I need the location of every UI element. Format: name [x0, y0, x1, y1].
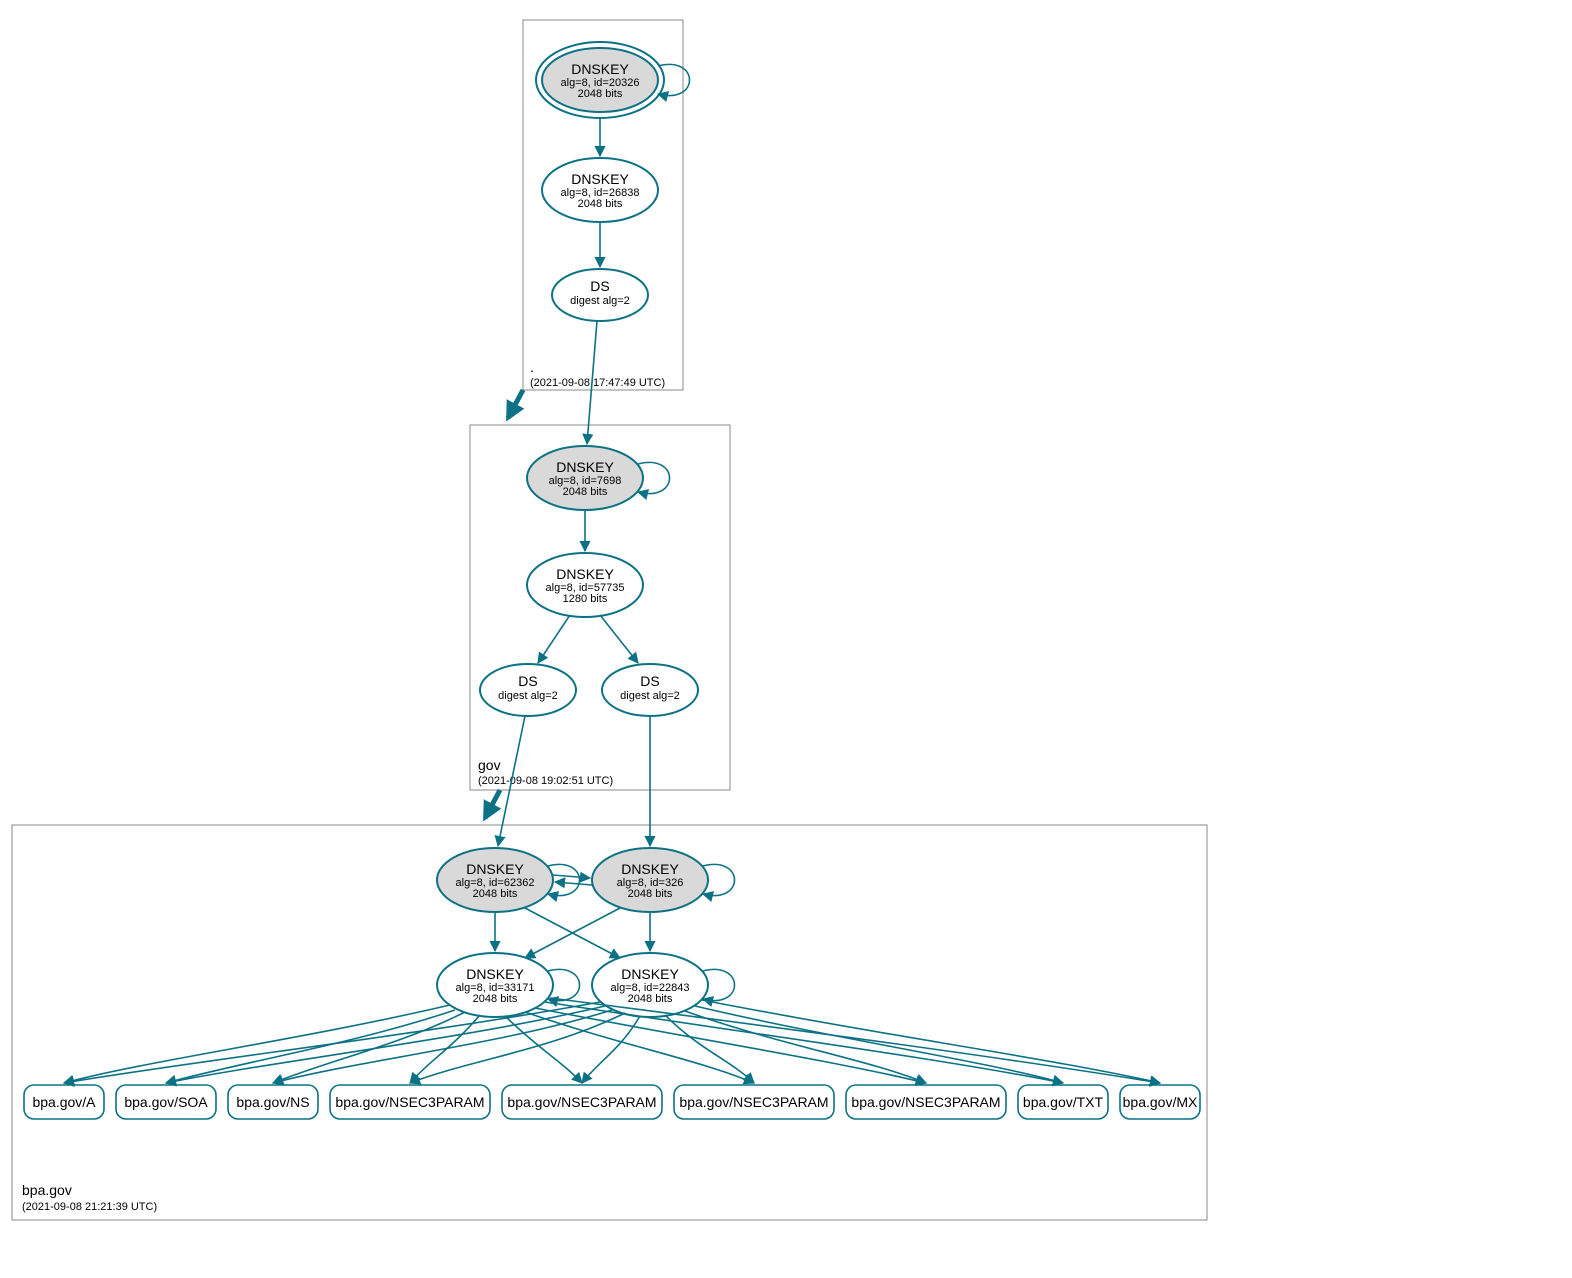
node-bpa-zsk2: DNSKEY alg=8, id=22843 2048 bits — [592, 953, 708, 1017]
svg-text:DS: DS — [640, 673, 659, 689]
zone-root-label: . — [530, 359, 534, 375]
zone-root-ts: (2021-09-08 17:47:49 UTC) — [530, 377, 665, 389]
svg-text:bpa.gov/MX: bpa.gov/MX — [1123, 1094, 1198, 1110]
rrset-6: bpa.gov/NSEC3PARAM — [846, 1085, 1006, 1119]
zone-bpa-ts: (2021-09-08 21:21:39 UTC) — [22, 1201, 157, 1213]
svg-text:DNSKEY: DNSKEY — [556, 459, 614, 475]
svg-text:bpa.gov/NSEC3PARAM: bpa.gov/NSEC3PARAM — [507, 1094, 656, 1110]
svg-text:bpa.gov/A: bpa.gov/A — [32, 1094, 96, 1110]
svg-text:2048 bits: 2048 bits — [578, 88, 623, 100]
node-gov-ds2: DS digest alg=2 — [602, 664, 698, 716]
zone-bpa-label: bpa.gov — [22, 1182, 72, 1198]
svg-text:1280 bits: 1280 bits — [563, 593, 608, 605]
zone-gov-label: gov — [478, 757, 501, 773]
svg-text:DNSKEY: DNSKEY — [466, 966, 524, 982]
node-root-ds: DS digest alg=2 — [552, 269, 648, 321]
node-gov-zsk: DNSKEY alg=8, id=57735 1280 bits — [527, 553, 643, 617]
svg-text:DNSKEY: DNSKEY — [571, 171, 629, 187]
zone-gov-ts: (2021-09-08 19:02:51 UTC) — [478, 775, 613, 787]
edge-root-ksk-self — [658, 64, 690, 95]
node-bpa-ksk2: DNSKEY alg=8, id=326 2048 bits — [592, 848, 708, 912]
rrset-4: bpa.gov/NSEC3PARAM — [502, 1085, 662, 1119]
rrset-8: bpa.gov/MX — [1120, 1085, 1200, 1119]
svg-text:bpa.gov/NSEC3PARAM: bpa.gov/NSEC3PARAM — [335, 1094, 484, 1110]
svg-text:bpa.gov/NS: bpa.gov/NS — [236, 1094, 309, 1110]
svg-text:digest alg=2: digest alg=2 — [570, 295, 630, 307]
rrset-7: bpa.gov/TXT — [1018, 1085, 1108, 1119]
svg-text:2048 bits: 2048 bits — [578, 198, 623, 210]
rrset-3: bpa.gov/NSEC3PARAM — [330, 1085, 490, 1119]
edge-govzsk-ds2 — [600, 615, 638, 663]
svg-text:2048 bits: 2048 bits — [563, 486, 608, 498]
rrset-0: bpa.gov/A — [24, 1085, 104, 1119]
svg-text:bpa.gov/NSEC3PARAM: bpa.gov/NSEC3PARAM — [679, 1094, 828, 1110]
svg-text:DNSKEY: DNSKEY — [621, 966, 679, 982]
svg-text:DS: DS — [590, 278, 609, 294]
zone-root: . (2021-09-08 17:47:49 UTC) DNSKEY alg=8… — [523, 20, 690, 390]
edge-ksk2-ksk1 — [555, 882, 592, 885]
svg-text:DS: DS — [518, 673, 537, 689]
edge-gov-bpa-zone — [485, 790, 500, 818]
rrset-1: bpa.gov/SOA — [116, 1085, 216, 1119]
edge-ksk1-ksk2 — [553, 875, 590, 878]
svg-text:2048 bits: 2048 bits — [473, 993, 518, 1005]
node-bpa-ksk1: DNSKEY alg=8, id=62362 2048 bits — [437, 848, 553, 912]
svg-text:DNSKEY: DNSKEY — [621, 861, 679, 877]
edge-root-gov-zone — [508, 390, 523, 418]
node-root-ksk: DNSKEY alg=8, id=20326 2048 bits — [536, 42, 664, 118]
rrset-row: bpa.gov/A bpa.gov/SOA bpa.gov/NS bpa.gov… — [24, 1085, 1200, 1119]
svg-text:digest alg=2: digest alg=2 — [620, 690, 680, 702]
svg-text:bpa.gov/TXT: bpa.gov/TXT — [1023, 1094, 1104, 1110]
rrset-5: bpa.gov/NSEC3PARAM — [674, 1085, 834, 1119]
svg-text:2048 bits: 2048 bits — [473, 888, 518, 900]
node-gov-ksk: DNSKEY alg=8, id=7698 2048 bits — [527, 446, 643, 510]
svg-text:bpa.gov/NSEC3PARAM: bpa.gov/NSEC3PARAM — [851, 1094, 1000, 1110]
svg-text:digest alg=2: digest alg=2 — [498, 690, 558, 702]
zone-bpa: bpa.gov (2021-09-08 21:21:39 UTC) DNSKEY… — [12, 716, 1207, 1220]
svg-text:2048 bits: 2048 bits — [628, 993, 673, 1005]
svg-text:bpa.gov/SOA: bpa.gov/SOA — [124, 1094, 208, 1110]
svg-text:DNSKEY: DNSKEY — [466, 861, 524, 877]
svg-text:DNSKEY: DNSKEY — [571, 61, 629, 77]
node-root-zsk: DNSKEY alg=8, id=26838 2048 bits — [542, 158, 658, 222]
zone-gov: gov (2021-09-08 19:02:51 UTC) DNSKEY alg… — [470, 321, 730, 790]
edges-zsk-rrsets — [64, 998, 1160, 1083]
node-gov-ds1: DS digest alg=2 — [480, 664, 576, 716]
svg-text:DNSKEY: DNSKEY — [556, 566, 614, 582]
svg-text:2048 bits: 2048 bits — [628, 888, 673, 900]
edge-govzsk-ds1 — [538, 615, 570, 663]
rrset-2: bpa.gov/NS — [228, 1085, 318, 1119]
